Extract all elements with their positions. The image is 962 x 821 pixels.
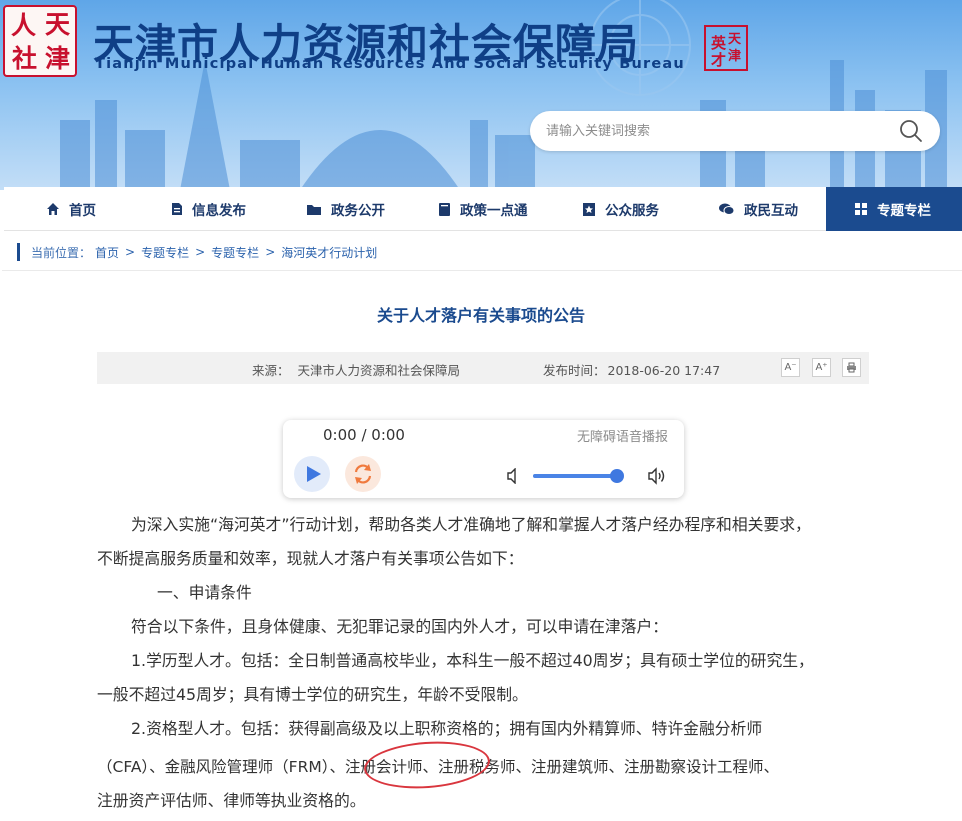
- paragraph: 注册资产评估师、律师等执业资格的。: [97, 791, 366, 810]
- nav-label: 信息发布: [192, 203, 246, 219]
- nav-item-home[interactable]: 首页: [46, 187, 96, 231]
- nav-label: 政民互动: [744, 203, 798, 219]
- tianjin-talent-stamp: 英 天 津 才: [704, 25, 748, 71]
- paragraph: 一般不超过45周岁；具有博士学位的研究生，年龄不受限制。: [97, 685, 528, 704]
- source-value: 天津市人力资源和社会保障局: [297, 363, 461, 378]
- paragraph: 符合以下条件，且身体健康、无犯罪记录的国内外人才，可以申请在津落户：: [131, 617, 669, 636]
- paragraph: 1.学历型人才。包括：全日制普通高校毕业，本科生一般不超过40周岁；具有硕士学位…: [131, 651, 814, 670]
- logo-char: 社: [12, 44, 38, 73]
- paragraph: 为深入实施“海河英才”行动计划，帮助各类人才准确地了解和掌握人才落户经办程序和相…: [131, 515, 811, 534]
- nav-label: 专题专栏: [877, 203, 931, 219]
- site-subtitle: Tianjin Municipal Human Resources And So…: [95, 56, 685, 72]
- breadcrumb-separator: >: [195, 245, 206, 259]
- breadcrumb-label: 当前位置：: [31, 245, 92, 260]
- home-icon: [47, 203, 59, 215]
- svg-text:英: 英: [711, 34, 727, 52]
- loop-button[interactable]: [345, 456, 381, 492]
- volume-fill: [533, 474, 617, 478]
- breadcrumb-separator: >: [125, 245, 136, 259]
- nav-item-public-affairs[interactable]: 政务公开: [306, 187, 385, 231]
- svg-text:天: 天: [728, 32, 742, 47]
- nav-item-policy[interactable]: 政策一点通: [438, 187, 528, 231]
- logo-char: 天: [45, 10, 71, 39]
- nav-item-interaction[interactable]: 政民互动: [718, 187, 798, 231]
- nav-item-public-service[interactable]: 公众服务: [582, 187, 659, 231]
- tts-audio-player: 0:00 / 0:00 无障碍语音播报: [283, 420, 684, 498]
- star-badge-icon: [583, 202, 595, 216]
- section-heading: 一、申请条件: [157, 583, 252, 602]
- breadcrumb-link-haihe[interactable]: 海河英才行动计划: [281, 244, 377, 261]
- svg-text:津: 津: [728, 48, 741, 64]
- article-source: 来源： 天津市人力资源和社会保障局: [252, 360, 460, 379]
- search-box: [530, 111, 940, 151]
- nav-label: 首页: [69, 203, 96, 219]
- article-title: 关于人才落户有关事项的公告: [376, 306, 585, 325]
- breadcrumb-separator: >: [265, 245, 276, 259]
- paragraph: 2.资格型人才。包括：获得副高级及以上职称资格的；拥有国内外精算师、特许金融分析…: [131, 719, 763, 738]
- loop-icon: [354, 464, 372, 484]
- breadcrumb: 当前位置： 首页 > 专题专栏 > 专题专栏 > 海河英才行动计划: [17, 242, 377, 262]
- source-label: 来源：: [252, 363, 290, 378]
- search-icon[interactable]: [898, 118, 924, 144]
- volume-thumb[interactable]: [609, 469, 624, 483]
- chat-icon: [719, 203, 735, 215]
- header-banner: 人 天 社 津 天津市人力资源和社会保障局 Tianjin Municipal …: [0, 0, 962, 190]
- logo-char: 津: [45, 44, 71, 73]
- book-icon: [439, 202, 450, 216]
- document-icon: [172, 203, 182, 215]
- paragraph: 不断提高服务质量和效率，现就人才落户有关事项公告如下：: [97, 549, 524, 568]
- nav-label: 公众服务: [605, 203, 659, 219]
- player-time: 0:00 / 0:00: [323, 426, 405, 444]
- tts-label: 无障碍语音播报: [576, 430, 668, 445]
- font-decrease-button[interactable]: A⁻: [781, 358, 800, 377]
- play-icon: [307, 466, 321, 482]
- font-increase-button[interactable]: A⁺: [812, 358, 831, 377]
- nav-label: 政策一点通: [460, 203, 528, 219]
- logo-char: 人: [11, 11, 37, 40]
- time-label: 发布时间：: [543, 363, 606, 378]
- nav-item-news[interactable]: 信息发布: [170, 187, 246, 231]
- print-button[interactable]: [842, 358, 861, 377]
- folder-icon: [307, 204, 321, 215]
- volume-high-icon[interactable]: [647, 467, 667, 485]
- breadcrumb-link-topics[interactable]: 专题专栏: [141, 244, 189, 261]
- nav-item-special-topics[interactable]: 专题专栏: [826, 187, 962, 231]
- play-button[interactable]: [294, 456, 330, 492]
- bureau-logo: 人 天 社 津: [3, 5, 77, 77]
- article-time: 发布时间： 2018-06-20 17:47: [543, 360, 720, 379]
- breadcrumb-link-home[interactable]: 首页: [95, 244, 119, 261]
- search-input[interactable]: [546, 111, 896, 151]
- time-value: 2018-06-20 17:47: [607, 363, 721, 378]
- breadcrumb-marker: [17, 243, 20, 261]
- printer-icon: [847, 362, 856, 373]
- article-meta-bar: 来源： 天津市人力资源和社会保障局 发布时间： 2018-06-20 17:47 A…: [97, 352, 869, 384]
- grid-icon: [855, 203, 867, 215]
- volume-low-icon[interactable]: [506, 468, 520, 484]
- main-nav: 首页 信息发布 政务公开 政策一点通 公众服务 政民互动 专题专栏: [4, 187, 962, 231]
- svg-text:才: 才: [711, 51, 726, 69]
- breadcrumb-link-topics-2[interactable]: 专题专栏: [211, 244, 259, 261]
- nav-label: 政务公开: [331, 203, 385, 219]
